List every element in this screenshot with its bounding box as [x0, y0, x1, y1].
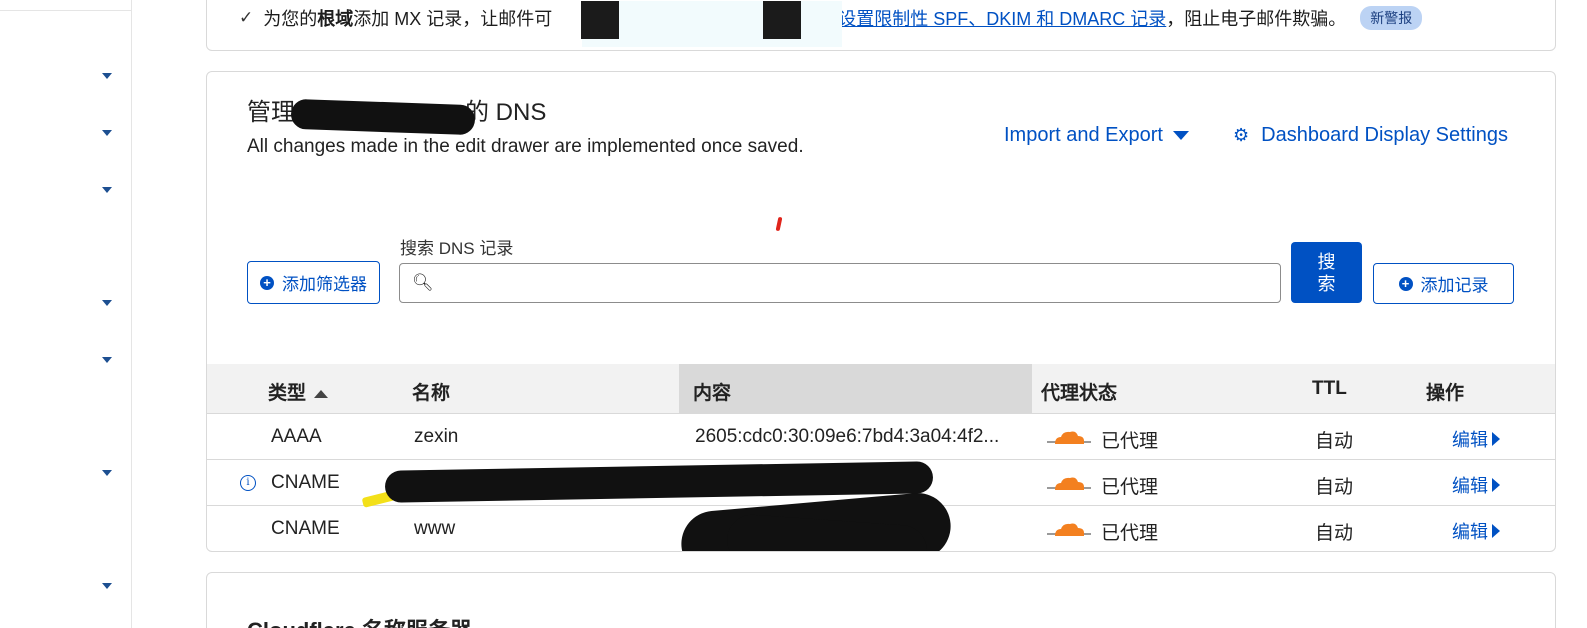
search-input[interactable] [438, 268, 1262, 298]
dashboard-display-settings-link[interactable]: ⚙ Dashboard Display Settings [1233, 124, 1508, 147]
chevron-right-icon [1492, 432, 1500, 446]
alert-text-bold: 根域 [317, 9, 354, 29]
import-export-dropdown[interactable]: Import and Export [1004, 124, 1189, 147]
sidebar-expand-chevron-icon[interactable] [102, 130, 112, 136]
new-alert-badge: 新警报 [1360, 6, 1423, 30]
record-name: www [414, 518, 456, 539]
sidebar-expand-chevron-icon[interactable] [102, 187, 112, 193]
column-header-proxy-status[interactable]: 代理状态 [1041, 378, 1117, 405]
redaction-scribble [290, 98, 476, 136]
edit-record-link[interactable]: 编辑 [1452, 518, 1500, 544]
dns-records-card: 管理的 DNS All changes made in the edit dra… [206, 71, 1556, 552]
search-label: 搜索 DNS 记录 [400, 239, 514, 258]
record-type: CNAME [271, 472, 340, 493]
search-field[interactable]: 🔍︎ [399, 263, 1281, 303]
column-header-ttl[interactable]: TTL [1312, 378, 1347, 400]
proxy-status: 已代理 [1101, 477, 1159, 498]
alert-text: 为您的 [263, 9, 318, 29]
alert-text: ，阻止电子邮件欺骗。 [1166, 9, 1347, 29]
redaction-overlay [582, 1, 842, 47]
sidebar-expand-chevron-icon[interactable] [102, 470, 112, 476]
proxied-cloud-icon [1047, 477, 1091, 490]
proxied-cloud-icon [1047, 431, 1091, 444]
record-ttl: 自动 [1315, 523, 1354, 544]
email-security-alert: ✓ 为您的根域添加 MX 记录，让邮件可或设置限制性 SPF、DKIM 和 DM… [206, 0, 1556, 51]
search-button[interactable]: 搜索 [1291, 242, 1362, 303]
proxy-status: 已代理 [1101, 523, 1159, 544]
chevron-right-icon [1492, 478, 1500, 492]
record-name: zexin [414, 426, 459, 447]
page-description: All changes made in the edit drawer are … [247, 136, 804, 157]
chevron-right-icon [1492, 524, 1500, 538]
add-record-button[interactable]: + 添加记录 [1373, 263, 1514, 304]
nameservers-card: Cloudflare 名称服务器 [206, 572, 1556, 628]
plus-circle-icon: + [1398, 276, 1413, 291]
left-sidebar [0, 0, 132, 628]
record-type: AAAA [271, 426, 322, 447]
add-filter-button[interactable]: + 添加筛选器 [247, 261, 380, 304]
spf-dkim-dmarc-link[interactable]: 设置限制性 SPF、DKIM 和 DMARC 记录 [838, 5, 1166, 31]
column-header-type[interactable]: 类型 [268, 378, 329, 405]
sidebar-expand-chevron-icon[interactable] [102, 300, 112, 306]
proxied-cloud-icon [1047, 523, 1091, 536]
proxy-status: 已代理 [1101, 431, 1159, 452]
sidebar-expand-chevron-icon[interactable] [102, 583, 112, 589]
chevron-down-icon [1172, 131, 1189, 140]
record-ttl: 自动 [1315, 431, 1354, 452]
redaction-block [581, 1, 619, 39]
sort-ascending-icon [314, 389, 329, 398]
sidebar-divider [0, 10, 131, 11]
record-type: CNAME [271, 518, 340, 539]
redaction-block [763, 1, 801, 39]
edit-record-link[interactable]: 编辑 [1452, 426, 1500, 452]
nameservers-title: Cloudflare 名称服务器 [247, 613, 472, 628]
info-icon[interactable]: i [240, 475, 256, 491]
check-icon: ✓ [239, 8, 254, 27]
alert-text: 添加 MX 记录，让邮件可 [353, 9, 553, 29]
dns-management-page: ✓ 为您的根域添加 MX 记录，让邮件可或设置限制性 SPF、DKIM 和 DM… [0, 0, 1587, 628]
plus-circle-icon: + [260, 275, 274, 290]
column-header-name[interactable]: 名称 [412, 378, 450, 405]
record-content: 2605:cdc0:30:09e6:7bd4:3a04:4f2... [695, 426, 1000, 447]
record-ttl: 自动 [1315, 477, 1354, 498]
gear-icon: ⚙ [1233, 125, 1250, 145]
table-row[interactable]: AAAA zexin 2605:cdc0:30:09e6:7bd4:3a04:4… [207, 414, 1555, 460]
sidebar-expand-chevron-icon[interactable] [102, 73, 112, 79]
dns-table-header: 类型 名称 内容 代理状态 TTL 操作 [207, 364, 1555, 414]
annotation-mark [775, 216, 783, 232]
sidebar-expand-chevron-icon[interactable] [102, 357, 112, 363]
content-column-highlight [679, 364, 1032, 413]
search-icon: 🔍︎ [412, 273, 434, 292]
column-header-actions: 操作 [1426, 383, 1465, 404]
edit-record-link[interactable]: 编辑 [1452, 472, 1500, 498]
column-header-content[interactable]: 内容 [693, 378, 731, 405]
